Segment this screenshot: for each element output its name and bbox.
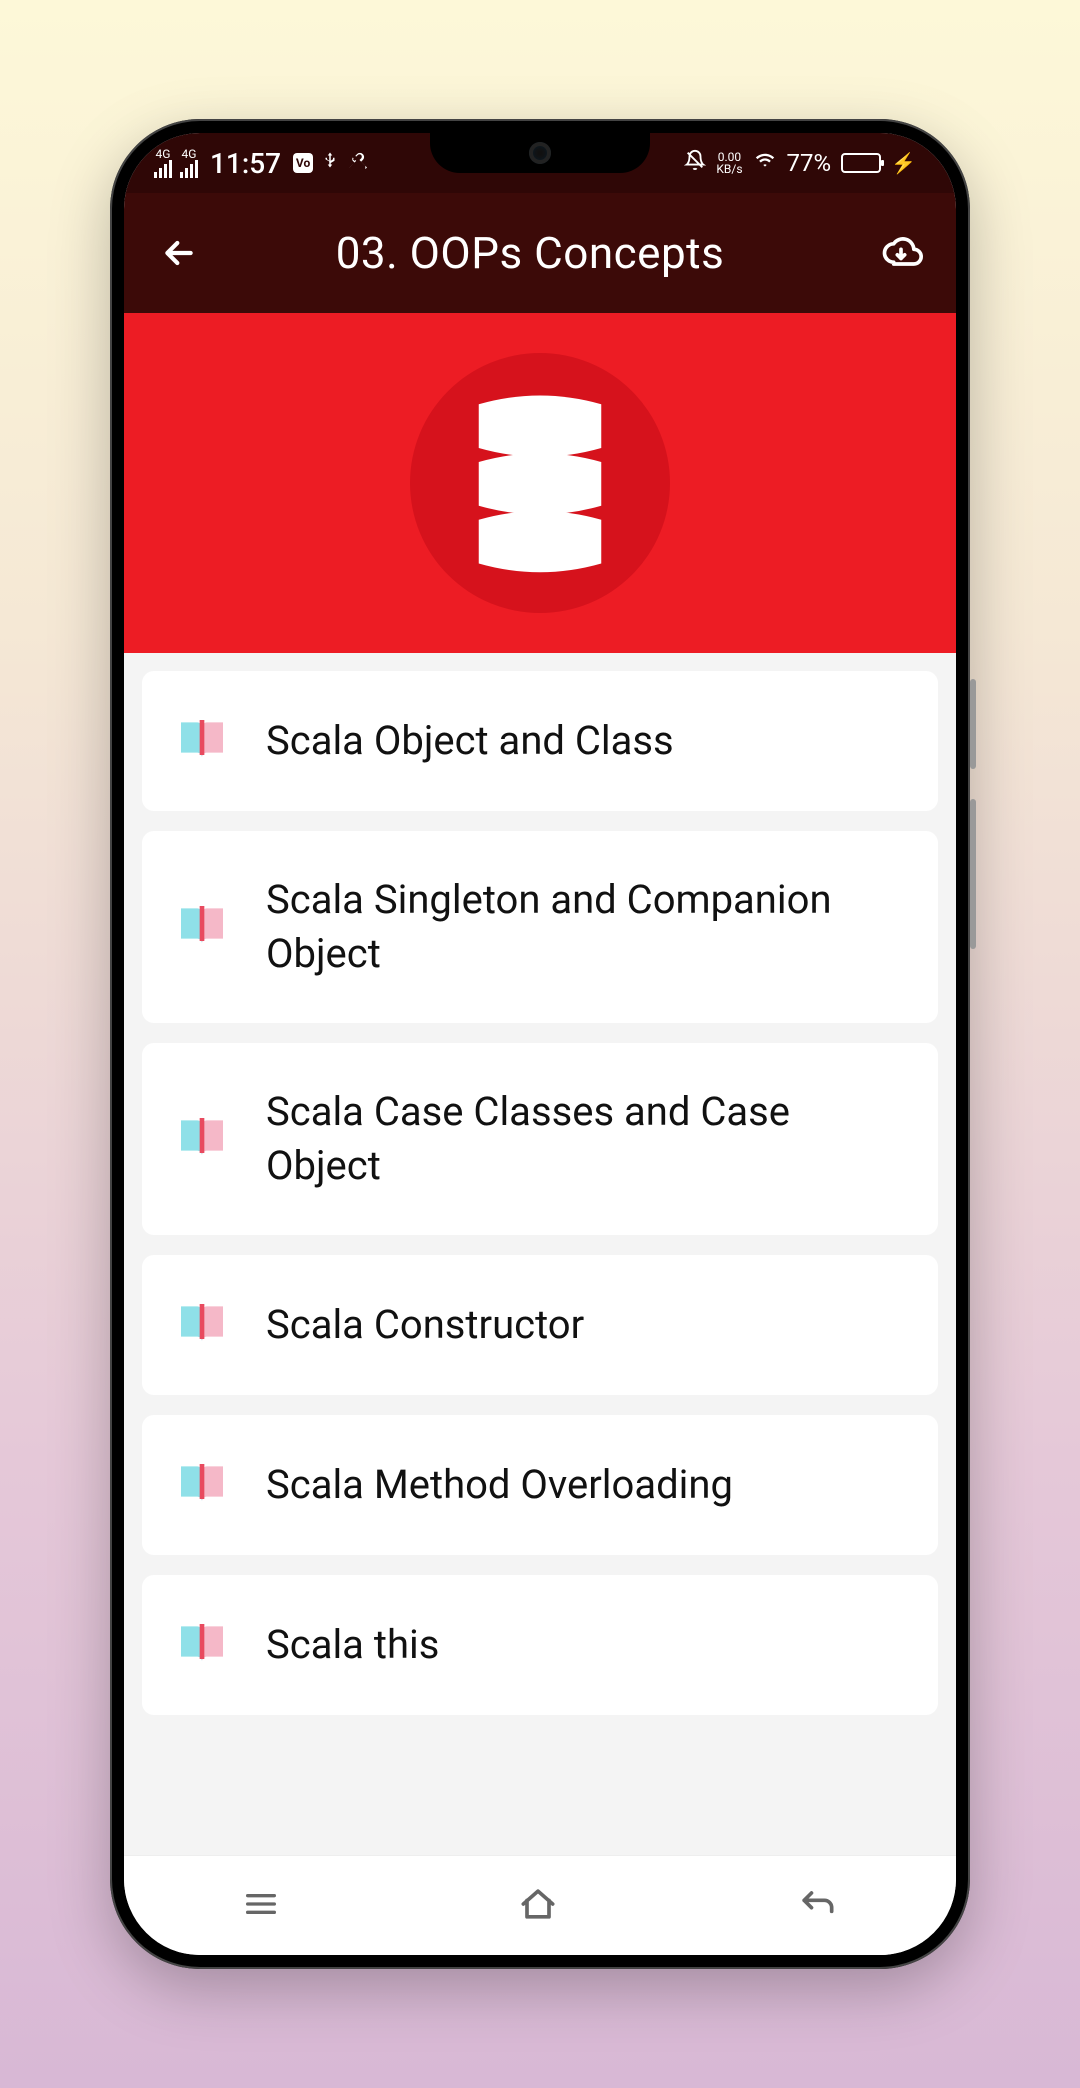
topic-list[interactable]: Scala Object and Class Scala Singleton a… bbox=[124, 653, 956, 1855]
nav-back-button[interactable] bbox=[795, 1882, 839, 1930]
book-icon bbox=[174, 1457, 230, 1513]
battery-icon bbox=[841, 153, 881, 173]
signal-2: 4G bbox=[180, 148, 198, 178]
status-left: 4G 4G 11:57 Vo bbox=[154, 147, 367, 180]
topic-title: Scala Case Classes and Case Object bbox=[266, 1085, 906, 1193]
hero-banner bbox=[124, 313, 956, 653]
signal-1: 4G bbox=[154, 148, 172, 178]
signal-bars-icon bbox=[154, 160, 172, 178]
book-icon bbox=[174, 1617, 230, 1673]
topic-title: Scala Constructor bbox=[266, 1298, 584, 1352]
notch bbox=[430, 133, 650, 173]
topic-card[interactable]: Scala Constructor bbox=[142, 1255, 938, 1395]
system-nav-bar bbox=[124, 1855, 956, 1955]
topic-title: Scala Singleton and Companion Object bbox=[266, 873, 906, 981]
signal-1-label: 4G bbox=[156, 148, 171, 160]
tools-icon bbox=[347, 150, 367, 176]
signal-bars-icon bbox=[180, 160, 198, 178]
charging-icon: ⚡ bbox=[891, 151, 916, 175]
topic-card[interactable]: Scala Object and Class bbox=[142, 671, 938, 811]
signal-2-label: 4G bbox=[182, 148, 197, 160]
nav-home-button[interactable] bbox=[516, 1882, 560, 1930]
topic-card[interactable]: Scala Method Overloading bbox=[142, 1415, 938, 1555]
wifi-icon bbox=[753, 150, 777, 176]
vo-badge: Vo bbox=[293, 153, 313, 173]
phone-frame: 4G 4G 11:57 Vo bbox=[110, 119, 970, 1969]
camera bbox=[529, 142, 551, 164]
app-bar: 03. OOPs Concepts bbox=[124, 193, 956, 313]
clock: 11:57 bbox=[210, 147, 281, 180]
topic-title: Scala Method Overloading bbox=[266, 1458, 733, 1512]
battery-percent: 77% bbox=[787, 149, 832, 177]
screen: 4G 4G 11:57 Vo bbox=[124, 133, 956, 1955]
topic-title: Scala this bbox=[266, 1618, 439, 1672]
side-button-1 bbox=[970, 679, 976, 769]
topic-card[interactable]: Scala Case Classes and Case Object bbox=[142, 1043, 938, 1235]
back-icon bbox=[795, 1882, 839, 1926]
book-icon bbox=[174, 713, 230, 769]
nav-recent-button[interactable] bbox=[241, 1884, 281, 1928]
usb-icon bbox=[321, 149, 339, 177]
data-rate: 0.00 KB/s bbox=[716, 151, 742, 175]
topic-title: Scala Object and Class bbox=[266, 714, 674, 768]
scala-logo bbox=[410, 353, 670, 613]
scala-logo-icon bbox=[450, 378, 630, 588]
dnd-icon bbox=[684, 149, 706, 177]
data-rate-unit: KB/s bbox=[716, 163, 742, 175]
topic-card[interactable]: Scala Singleton and Companion Object bbox=[142, 831, 938, 1023]
side-button-2 bbox=[970, 799, 976, 949]
home-icon bbox=[516, 1882, 560, 1926]
page-title: 03. OOPs Concepts bbox=[184, 227, 876, 279]
download-button[interactable] bbox=[876, 231, 926, 275]
topic-card[interactable]: Scala this bbox=[142, 1575, 938, 1715]
book-icon bbox=[174, 1111, 230, 1167]
book-icon bbox=[174, 899, 230, 955]
cloud-download-icon bbox=[879, 231, 923, 275]
menu-icon bbox=[241, 1884, 281, 1924]
status-right: 0.00 KB/s 77% ⚡ bbox=[684, 149, 916, 177]
book-icon bbox=[174, 1297, 230, 1353]
